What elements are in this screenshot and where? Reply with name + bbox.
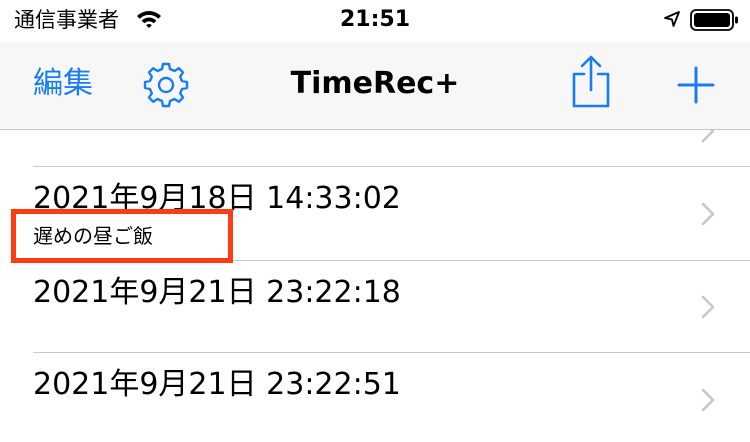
record-list: 2021年9月18日 14:33:02 遅めの昼ご飯 2021年9月21日 23…: [0, 130, 750, 442]
record-datetime: 2021年9月21日 23:22:18: [33, 275, 401, 310]
list-item[interactable]: 2021年9月21日 23:22:18: [0, 261, 750, 353]
record-datetime: 2021年9月21日 23:22:51: [33, 367, 401, 402]
chevron-right-icon: [701, 202, 715, 226]
screen: 通信事業者 21:51 編集 TimeRec+ 2021年9月18日 14:33…: [0, 0, 750, 442]
plus-icon[interactable]: [676, 65, 716, 105]
chevron-right-icon: [701, 388, 715, 412]
location-arrow-icon: [664, 11, 680, 27]
status-time: 21:51: [339, 7, 411, 32]
page-title: TimeRec+: [290, 66, 460, 101]
list-item[interactable]: 2021年9月21日 23:22:51: [0, 353, 750, 442]
chevron-right-icon: [701, 295, 715, 319]
battery-full-icon: [690, 9, 738, 31]
highlight-box: [11, 209, 233, 263]
chevron-right-icon: [701, 130, 715, 143]
share-icon[interactable]: [568, 54, 614, 110]
list-item[interactable]: [0, 130, 750, 166]
navigation-bar: 編集 TimeRec+: [0, 42, 750, 130]
status-bar: 通信事業者 21:51: [0, 0, 750, 42]
